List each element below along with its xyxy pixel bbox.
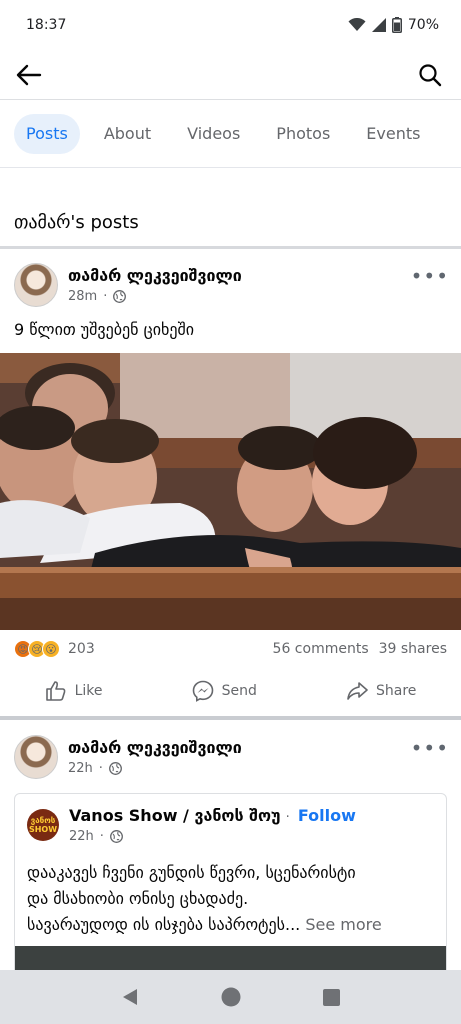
page-logo-text: ვანოს SHOW <box>28 816 58 834</box>
status-icons: 70% <box>348 17 439 33</box>
more-options-icon[interactable]: ••• <box>411 264 449 288</box>
globe-icon <box>109 830 123 843</box>
wow-reaction-icon: 😮 <box>42 640 60 658</box>
follow-button[interactable]: Follow <box>298 806 356 825</box>
avatar[interactable] <box>14 735 58 779</box>
battery-percent: 70% <box>407 17 439 33</box>
profile-tabs: Posts About Videos Photos Events <box>0 100 461 168</box>
divider <box>0 716 461 720</box>
courtroom-photo <box>0 353 461 630</box>
search-button[interactable] <box>415 60 445 90</box>
dot-separator: · <box>98 761 103 776</box>
post-time[interactable]: 28m <box>68 289 97 304</box>
page-logo[interactable]: ვანოს SHOW <box>27 809 59 841</box>
post-header: თამარ ლეკვეიშვილი 28m · ••• <box>14 262 449 308</box>
post-time[interactable]: 22h <box>68 761 93 776</box>
post-subline: 22h · <box>69 829 356 844</box>
globe-icon <box>113 290 127 303</box>
post-time[interactable]: 22h <box>69 829 94 844</box>
post-subline: 28m · <box>68 289 242 304</box>
post-meta: თამარ ლეკვეიშვილი 28m · <box>68 266 242 304</box>
post-meta: თამარ ლეკვეიშვილი 22h · <box>68 738 242 776</box>
reaction-emojis: 😡 😢 😮 <box>14 640 60 658</box>
system-nav-bar <box>0 970 461 1024</box>
post-subline: 22h · <box>68 761 242 776</box>
avatar[interactable] <box>14 263 58 307</box>
post-photo[interactable] <box>0 353 461 630</box>
dot-separator: · <box>103 289 108 304</box>
reactions-count: 203 <box>68 641 95 657</box>
tab-events[interactable]: Events <box>354 114 432 154</box>
send-label: Send <box>221 683 257 699</box>
shared-text-line: დააკავეს ჩვენი გუნდის წევრი, სცენარისტი <box>27 863 356 882</box>
post-stats: 56 comments 39 shares <box>273 641 447 657</box>
messenger-icon <box>192 680 213 702</box>
status-time: 18:37 <box>26 17 67 33</box>
arrow-left-icon <box>16 64 42 85</box>
search-icon <box>419 63 442 86</box>
like-label: Like <box>74 683 103 699</box>
battery-icon <box>391 17 402 33</box>
shared-text-fragment: სავარაუდოდ ის ისჯება საპროტეს... <box>27 915 301 934</box>
dot-separator: · <box>285 810 294 825</box>
tab-about[interactable]: About <box>92 114 163 154</box>
share-button[interactable]: Share <box>346 680 416 702</box>
post-text: 9 წლით უშვებენ ციხეში <box>14 320 195 339</box>
share-label: Share <box>376 683 417 699</box>
share-arrow-icon <box>347 682 368 700</box>
status-bar: 18:37 70% <box>0 0 461 50</box>
top-bar <box>0 50 461 100</box>
shares-count[interactable]: 39 shares <box>379 641 447 657</box>
divider <box>0 246 461 249</box>
nav-recents-icon[interactable] <box>323 988 340 1006</box>
signal-icon <box>371 18 386 32</box>
shared-post-card[interactable]: ვანოს SHOW Vanos Show / ვანოს შოუ · Foll… <box>14 793 447 993</box>
shared-post-text: დააკავეს ჩვენი გუნდის წევრი, სცენარისტი … <box>27 860 442 938</box>
wifi-icon <box>348 18 366 31</box>
author-name[interactable]: თამარ ლეკვეიშვილი <box>68 266 242 285</box>
send-button[interactable]: Send <box>192 680 257 702</box>
dot-separator: · <box>99 829 104 844</box>
post-meta: Vanos Show / ვანოს შოუ · Follow 22h · <box>69 806 356 844</box>
globe-icon <box>108 762 122 775</box>
shared-post-header: ვანოს SHOW Vanos Show / ვანოს შოუ · Foll… <box>27 806 356 844</box>
comments-count[interactable]: 56 comments <box>273 641 369 657</box>
author-name[interactable]: თამარ ლეკვეიშვილი <box>68 738 242 757</box>
more-options-icon[interactable]: ••• <box>411 736 449 760</box>
shared-text-line: სავარაუდოდ ის ისჯება საპროტეს... See mor… <box>27 912 442 938</box>
tab-posts[interactable]: Posts <box>14 113 80 154</box>
nav-home-icon[interactable] <box>221 987 241 1007</box>
like-button[interactable]: Like <box>45 680 103 702</box>
back-button[interactable] <box>14 60 44 90</box>
see-more-link[interactable]: See more <box>305 915 381 934</box>
thumbs-up-icon <box>45 681 65 701</box>
post-actions: Like Send Share <box>0 668 461 714</box>
section-title: თამარ's posts <box>14 212 139 233</box>
page-name[interactable]: Vanos Show / ვანოს შოუ <box>69 806 280 825</box>
nav-back-icon[interactable] <box>121 988 139 1006</box>
tab-photos[interactable]: Photos <box>264 114 342 154</box>
tab-videos[interactable]: Videos <box>175 114 252 154</box>
shared-text-line: და მსახიობი ონისე ცხადაძე. <box>27 889 249 908</box>
reaction-summary[interactable]: 😡 😢 😮 203 56 comments 39 shares <box>14 638 447 660</box>
post-header: თამარ ლეკვეიშვილი 22h · ••• <box>14 734 449 780</box>
